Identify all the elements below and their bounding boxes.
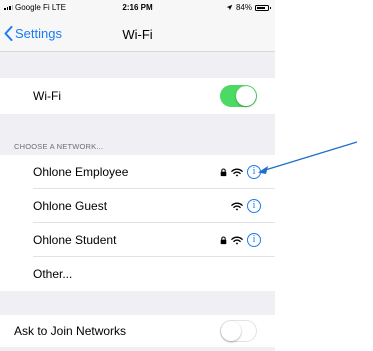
annotation-arrow [258,141,358,174]
